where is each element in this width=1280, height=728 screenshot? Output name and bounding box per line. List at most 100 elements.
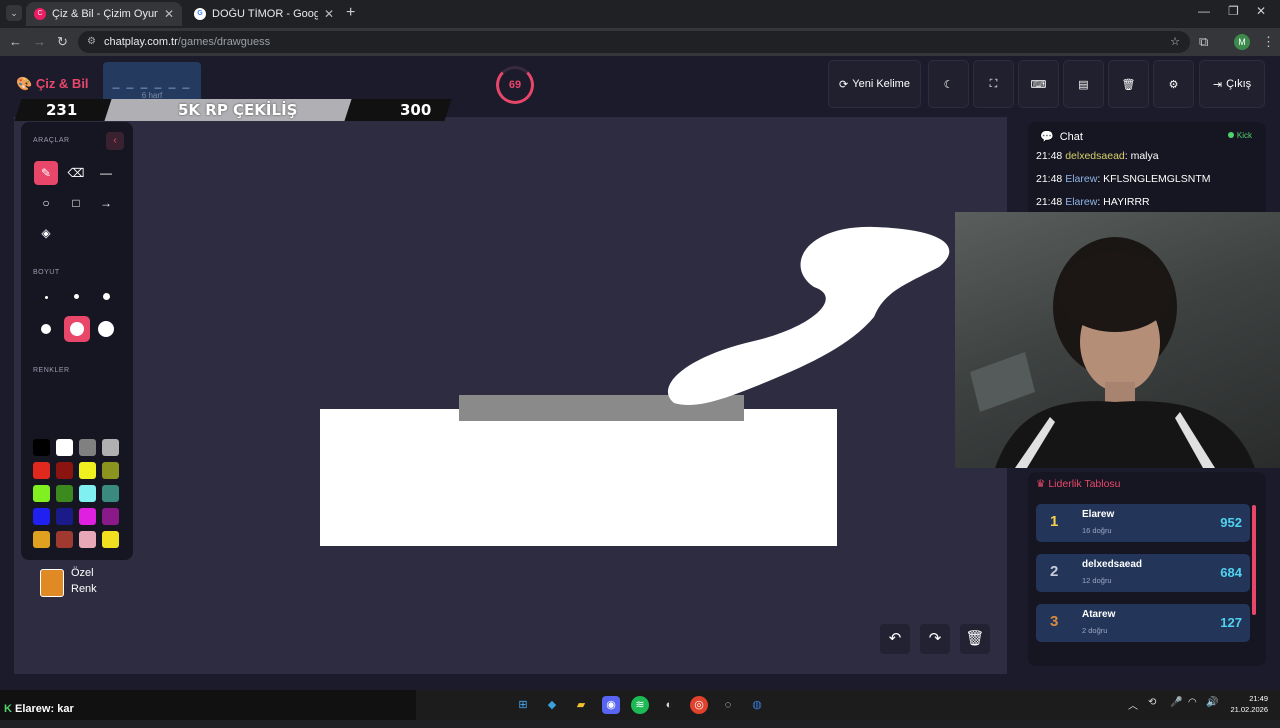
redo-button[interactable]: ↷ (920, 624, 950, 654)
keyboard-button[interactable]: ⌨ (1018, 60, 1059, 108)
app-logo[interactable]: 🎨 Çiz & Bil (16, 76, 89, 92)
chrome-icon[interactable]: ◎ (690, 696, 708, 714)
leaderboard-scrollbar[interactable] (1252, 505, 1256, 615)
color-swatch[interactable] (33, 485, 50, 502)
profile-avatar[interactable]: M (1234, 34, 1250, 50)
restore-icon[interactable]: ❐ (1228, 4, 1239, 18)
browser-menu-icon[interactable]: ⋮ (1262, 34, 1275, 50)
color-swatch[interactable] (33, 439, 50, 456)
close-window-icon[interactable]: ✕ (1256, 4, 1266, 18)
drawing-canvas[interactable] (14, 117, 1007, 674)
color-swatch[interactable] (79, 485, 96, 502)
color-swatch[interactable] (56, 508, 73, 525)
obs-icon[interactable]: ◌ (719, 696, 737, 714)
start-icon[interactable]: ⊞ (514, 696, 532, 714)
settings-button[interactable]: ⚙ (1153, 60, 1194, 108)
circle-icon: ○ (42, 196, 50, 210)
forward-icon[interactable]: → (33, 34, 46, 49)
close-tab-icon[interactable]: ✕ (324, 7, 334, 21)
exit-label: Çıkış (1226, 78, 1252, 90)
dark-mode-button[interactable]: ☾ (928, 60, 969, 108)
clock-date: 21.02.2026 (1230, 705, 1268, 714)
message-user: Elarew (1065, 196, 1098, 208)
new-word-button[interactable]: ⟳ Yeni Kelime (828, 60, 921, 108)
tray-chevron-up-icon[interactable]: ︿ (1128, 697, 1138, 712)
color-swatch[interactable] (33, 508, 50, 525)
message-text: : HAYIRRR (1097, 196, 1150, 208)
app-icon[interactable]: ◆ (543, 696, 561, 714)
color-swatch[interactable] (56, 531, 73, 548)
fill-tool[interactable]: ◈ (34, 221, 58, 245)
collapse-panel-button[interactable]: ‹ (106, 132, 124, 150)
exit-button[interactable]: ⇥ Çıkış (1199, 60, 1265, 108)
chat-message: 21:48 delxedsaead: malya (1036, 150, 1159, 162)
fullscreen-button[interactable]: ⛶ (973, 60, 1014, 108)
spotify-icon[interactable]: ≋ (631, 696, 649, 714)
tab-ciz-bil[interactable]: C Çiz & Bil - Çizim Oyunu ✕ (26, 2, 182, 26)
file-explorer-icon[interactable]: ▰ (572, 696, 590, 714)
message-text: : KFLSNGLEMGLSNTM (1097, 173, 1211, 185)
size-option-4[interactable] (41, 324, 51, 334)
brush-tool[interactable]: ✎ (34, 161, 58, 185)
minimize-icon[interactable]: — (1198, 4, 1210, 18)
size-option-2[interactable] (74, 294, 79, 299)
message-time: 21:48 (1036, 196, 1063, 208)
arrow-tool[interactable]: → (94, 191, 118, 215)
custom-color-button[interactable] (40, 569, 64, 597)
line-icon: — (100, 166, 112, 180)
google-favicon-icon: G (194, 8, 206, 20)
eraser-tool[interactable]: ⌫ (64, 161, 88, 185)
color-swatch[interactable] (79, 462, 96, 479)
color-swatch[interactable] (56, 439, 73, 456)
circle-tool[interactable]: ○ (34, 191, 58, 215)
app-icon-2[interactable]: ◍ (748, 696, 766, 714)
size-option-1[interactable] (45, 296, 48, 299)
clear-canvas-button[interactable]: 🗑 (960, 624, 990, 654)
color-swatch[interactable] (102, 531, 119, 548)
color-swatch[interactable] (102, 439, 119, 456)
chat-title: Chat (1059, 130, 1083, 143)
bookmark-star-icon[interactable]: ☆ (1170, 31, 1180, 53)
volume-icon[interactable]: 🔊 (1206, 697, 1218, 708)
mic-icon[interactable]: 🎤 (1170, 697, 1182, 708)
message-time: 21:48 (1036, 173, 1063, 185)
undo-button[interactable]: ↶ (880, 624, 910, 654)
size-option-6[interactable] (98, 321, 114, 337)
url-input[interactable]: ⚙ chatplay.com.tr/games/drawguess ☆ (78, 31, 1190, 53)
size-option-3[interactable] (103, 293, 110, 300)
clear-button[interactable]: 🗑 (1108, 60, 1149, 108)
close-tab-icon[interactable]: ✕ (164, 7, 174, 21)
tool-panel: ARAÇLAR ‹ ✎ ⌫ — ○ □ → ◈ BOYUT RENKLER Öz… (21, 122, 133, 597)
archive-button[interactable]: ▤ (1063, 60, 1104, 108)
color-swatch[interactable] (33, 531, 50, 548)
color-swatch[interactable] (56, 462, 73, 479)
color-swatch[interactable] (79, 508, 96, 525)
line-tool[interactable]: — (94, 161, 118, 185)
steam-icon[interactable]: ◐ (660, 696, 678, 714)
rectangle-tool[interactable]: □ (64, 191, 88, 215)
tab-search-icon[interactable]: ⌄ (6, 5, 22, 21)
color-swatch[interactable] (79, 439, 96, 456)
network-icon[interactable]: ⟲ (1148, 697, 1156, 708)
color-swatch[interactable] (79, 531, 96, 548)
url-path: /games/drawguess (177, 36, 271, 48)
trash-icon: 🗑 (965, 630, 985, 647)
site-info-icon[interactable]: ⚙ (87, 31, 96, 53)
back-icon[interactable]: ← (9, 34, 22, 49)
reload-icon[interactable]: ↻ (57, 34, 68, 50)
color-swatch[interactable] (102, 462, 119, 479)
chat-message: 21:48 Elarew: HAYIRRR (1036, 196, 1150, 208)
wifi-icon[interactable]: ◠ (1188, 697, 1197, 708)
new-tab-icon[interactable]: + (346, 4, 355, 22)
kick-icon: K (4, 703, 12, 715)
new-word-label: Yeni Kelime (852, 78, 910, 90)
color-swatch[interactable] (102, 485, 119, 502)
color-swatch[interactable] (56, 485, 73, 502)
drawn-white-stroke (667, 226, 950, 406)
color-swatch[interactable] (33, 462, 50, 479)
tab-google-search[interactable]: G DOĞU TİMOR - Google'da Ara ✕ (186, 2, 342, 26)
extensions-icon[interactable]: ⧉ (1199, 34, 1208, 50)
system-clock[interactable]: 21:49 21.02.2026 (1224, 693, 1268, 715)
discord-icon[interactable]: ◉ (602, 696, 620, 714)
color-swatch[interactable] (102, 508, 119, 525)
